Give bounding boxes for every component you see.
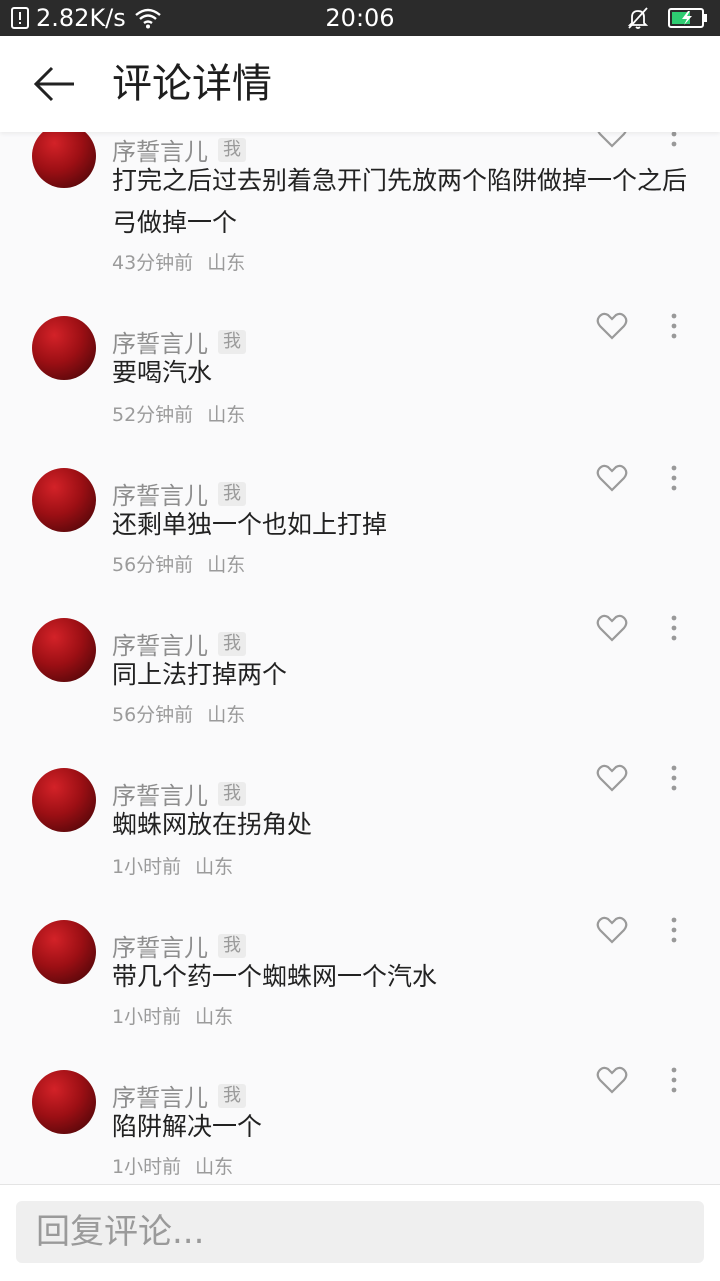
- more-options-icon[interactable]: [660, 762, 688, 794]
- comment-text: 同上法打掉两个: [112, 660, 288, 689]
- avatar[interactable]: [32, 316, 96, 380]
- self-badge: 我: [218, 933, 246, 958]
- avatar[interactable]: [32, 1070, 96, 1134]
- self-badge: 我: [218, 781, 246, 806]
- more-options-icon[interactable]: [660, 310, 688, 342]
- reply-bar: [0, 1184, 720, 1281]
- avatar[interactable]: [32, 618, 96, 682]
- comment-time: 1小时前: [112, 1006, 182, 1028]
- comment-time: 56分钟前: [112, 704, 194, 726]
- reply-input[interactable]: [16, 1201, 704, 1263]
- like-heart-icon[interactable]: [596, 462, 628, 494]
- comment-text: 要喝汽水: [112, 358, 213, 387]
- avatar[interactable]: [32, 124, 96, 188]
- comment-location: 山东: [195, 1006, 234, 1028]
- app-header: 评论详情: [0, 36, 720, 132]
- comment-meta: 1小时前 山东: [112, 1152, 233, 1179]
- avatar[interactable]: [32, 920, 96, 984]
- comment-meta: 56分钟前 山东: [112, 700, 245, 727]
- avatar[interactable]: [32, 468, 96, 532]
- comment-meta: 56分钟前 山东: [112, 550, 245, 577]
- comment-location: 山东: [207, 252, 246, 274]
- comment-meta: 1小时前 山东: [112, 852, 233, 879]
- like-heart-icon[interactable]: [596, 914, 628, 946]
- comment-location: 山东: [207, 404, 246, 426]
- comment-meta: 43分钟前 山东: [112, 248, 245, 275]
- comment-location: 山东: [195, 856, 234, 878]
- self-badge: 我: [218, 481, 246, 506]
- comment-time: 1小时前: [112, 1156, 182, 1178]
- comment-location: 山东: [195, 1156, 234, 1178]
- back-button[interactable]: [22, 60, 86, 108]
- self-badge: 我: [218, 329, 246, 354]
- comment-location: 山东: [207, 554, 246, 576]
- more-options-icon[interactable]: [660, 914, 688, 946]
- page-title: 评论详情: [112, 61, 272, 107]
- like-heart-icon[interactable]: [596, 310, 628, 342]
- self-badge: 我: [218, 137, 246, 162]
- comment-time: 43分钟前: [112, 252, 194, 274]
- self-badge: 我: [218, 631, 246, 656]
- comment-text: 蜘蛛网放在拐角处: [112, 810, 313, 839]
- comment-meta: 52分钟前 山东: [112, 400, 245, 427]
- like-heart-icon[interactable]: [596, 762, 628, 794]
- comment-text: 带几个药一个蜘蛛网一个汽水: [112, 962, 438, 991]
- more-options-icon[interactable]: [660, 462, 688, 494]
- like-heart-icon[interactable]: [596, 612, 628, 644]
- like-heart-icon[interactable]: [596, 1064, 628, 1096]
- comment-meta: 1小时前 山东: [112, 1002, 233, 1029]
- comment-text: 还剩单独一个也如上打掉: [112, 510, 388, 539]
- comment-time: 1小时前: [112, 856, 182, 878]
- self-badge: 我: [218, 1083, 246, 1108]
- comment-time: 56分钟前: [112, 554, 194, 576]
- avatar[interactable]: [32, 768, 96, 832]
- more-options-icon[interactable]: [660, 1064, 688, 1096]
- arrow-left-icon: [33, 66, 74, 102]
- comment-time: 52分钟前: [112, 404, 194, 426]
- comment-text: 打完之后过去别着急开门先放两个陷阱做掉一个之后弓做掉一个: [112, 166, 688, 237]
- comment-location: 山东: [207, 704, 246, 726]
- more-options-icon[interactable]: [660, 612, 688, 644]
- comment-text: 陷阱解决一个: [112, 1112, 263, 1141]
- comment-list[interactable]: 序誓言儿 我 打完之后过去别着急开门先放两个陷阱做掉一个之后弓做掉一个 43分钟…: [0, 0, 720, 1184]
